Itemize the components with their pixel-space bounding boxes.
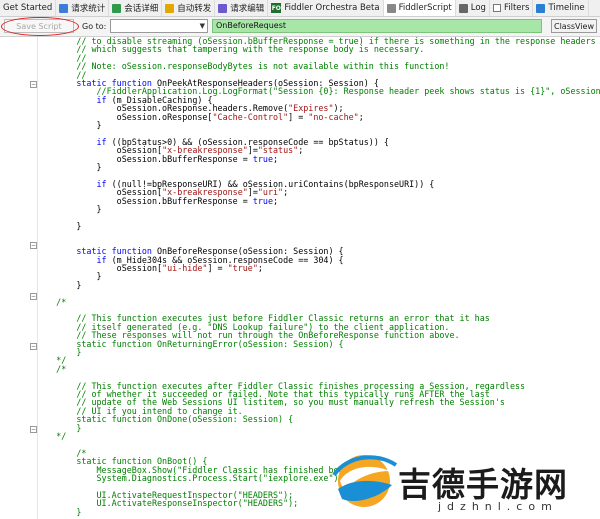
code-token: "true" (227, 262, 258, 273)
code-token: ; (273, 195, 279, 206)
tab-label: Fiddler Orchestra Beta (284, 3, 380, 13)
goto-dropdown[interactable]: ▼ (110, 19, 208, 33)
code-line: oSession["ui-hide"] = "true"; (36, 264, 600, 272)
tab-9[interactable]: Timeline (533, 0, 589, 16)
classview-button[interactable]: ClassView (551, 19, 597, 33)
code-line: } (36, 281, 600, 289)
code-line: } (36, 423, 600, 432)
code-line: } (36, 205, 600, 213)
tab-label: 会话详细 (124, 4, 159, 14)
code-line: /* (36, 365, 600, 373)
lightning-icon (165, 3, 175, 13)
script-toolbar: Save Script Go to: ▼ OnBeforeRequest Cla… (0, 17, 600, 57)
code-token: ; (298, 145, 304, 156)
log-icon (458, 3, 468, 13)
inspect-icon (112, 3, 122, 13)
code-line: // which suggests that tampering with th… (36, 45, 600, 53)
timeline-icon (536, 3, 546, 13)
composer-icon (218, 3, 228, 13)
code-line: /* (36, 297, 600, 306)
tab-1[interactable]: 请求统计 (56, 0, 110, 16)
tab-label: 请求统计 (71, 4, 106, 14)
fo-icon: FO (271, 3, 282, 13)
tab-bar: Get Started 请求统计 会话详细 自动转发 请求编辑 FO Fiddler Orc… (0, 0, 600, 17)
watermark-text: 吉德手游网 (398, 465, 568, 504)
code-line: oSession.oResponse["Cache-Control"] = "n… (36, 111, 600, 122)
code-token: } (36, 204, 102, 215)
code-token: "no-cache" (308, 111, 359, 122)
code-token: ] = (207, 262, 228, 273)
tab-2[interactable]: 会话详细 (109, 0, 163, 16)
script-icon (386, 3, 396, 13)
code-token: // which suggests that tampering with th… (36, 44, 425, 55)
code-token: true (252, 195, 273, 206)
code-line: oSession.bBufferResponse = true; (36, 153, 600, 164)
code-token: } (36, 120, 102, 131)
code-token: "ui-hide" (162, 262, 208, 273)
tab-7[interactable]: Log (456, 0, 490, 16)
tab-5[interactable]: FO Fiddler Orchestra Beta (268, 0, 384, 16)
code-token: ; (273, 153, 279, 164)
code-token: ; (283, 187, 289, 198)
code-line: } (36, 348, 600, 356)
method-search-field[interactable]: OnBeforeRequest (212, 19, 542, 33)
tab-4[interactable]: 请求编辑 (215, 0, 269, 16)
goto-label: Go to: (82, 22, 107, 31)
tab-3[interactable]: 自动转发 (162, 0, 216, 16)
stats-icon (59, 3, 69, 13)
code-line: static function OnDone(oSession: Session… (36, 415, 600, 423)
watermark: 吉德手游网 jdzhnl.com (330, 440, 600, 519)
code-line: } (36, 272, 600, 280)
code-token: // Note: oSession.responseBodyBytes is n… (36, 61, 450, 72)
filters-checkbox[interactable] (492, 4, 501, 12)
code-token: ] = (288, 111, 309, 122)
code-line: static function OnReturningError(oSessio… (36, 338, 600, 349)
code-line: oSession.bBufferResponse = true; (36, 197, 600, 205)
tab-0[interactable]: Get Started (0, 0, 57, 16)
tab-label: Get Started (3, 3, 53, 13)
code-token: } (36, 506, 82, 517)
code-line: } (36, 121, 600, 129)
code-line: // Note: oSession.responseBodyBytes is n… (36, 62, 600, 70)
code-token: "Cache-Control" (212, 111, 289, 122)
code-token: } (36, 220, 82, 231)
tab-label: 请求编辑 (230, 4, 265, 14)
tab-8[interactable]: Filters (490, 0, 534, 16)
tab-label: Filters (503, 3, 530, 13)
code-token: ; (257, 262, 263, 273)
code-token: } (36, 279, 82, 290)
code-token: ; (358, 111, 364, 122)
code-line: */ (36, 356, 600, 364)
tab-label: FiddlerScript (398, 3, 452, 13)
ball-swoosh-logo-icon (332, 455, 398, 507)
code-token: true (252, 153, 273, 164)
code-line: } (36, 222, 600, 230)
code-token: } (36, 162, 102, 173)
code-token: static function OnReturningError(oSessio… (36, 338, 344, 349)
editor-gutter: − − − − − (0, 37, 38, 519)
tab-6[interactable]: FiddlerScript (383, 0, 456, 16)
code-line: } (36, 163, 600, 171)
watermark-url: jdzhnl.com (438, 500, 558, 513)
tab-label: Timeline (548, 3, 585, 13)
code-token: System.Diagnostics.Process.Start("iexplo… (36, 473, 344, 484)
tab-label: 自动转发 (177, 4, 212, 14)
chevron-down-icon[interactable]: ▼ (200, 22, 205, 30)
tab-label: Log (470, 3, 486, 13)
